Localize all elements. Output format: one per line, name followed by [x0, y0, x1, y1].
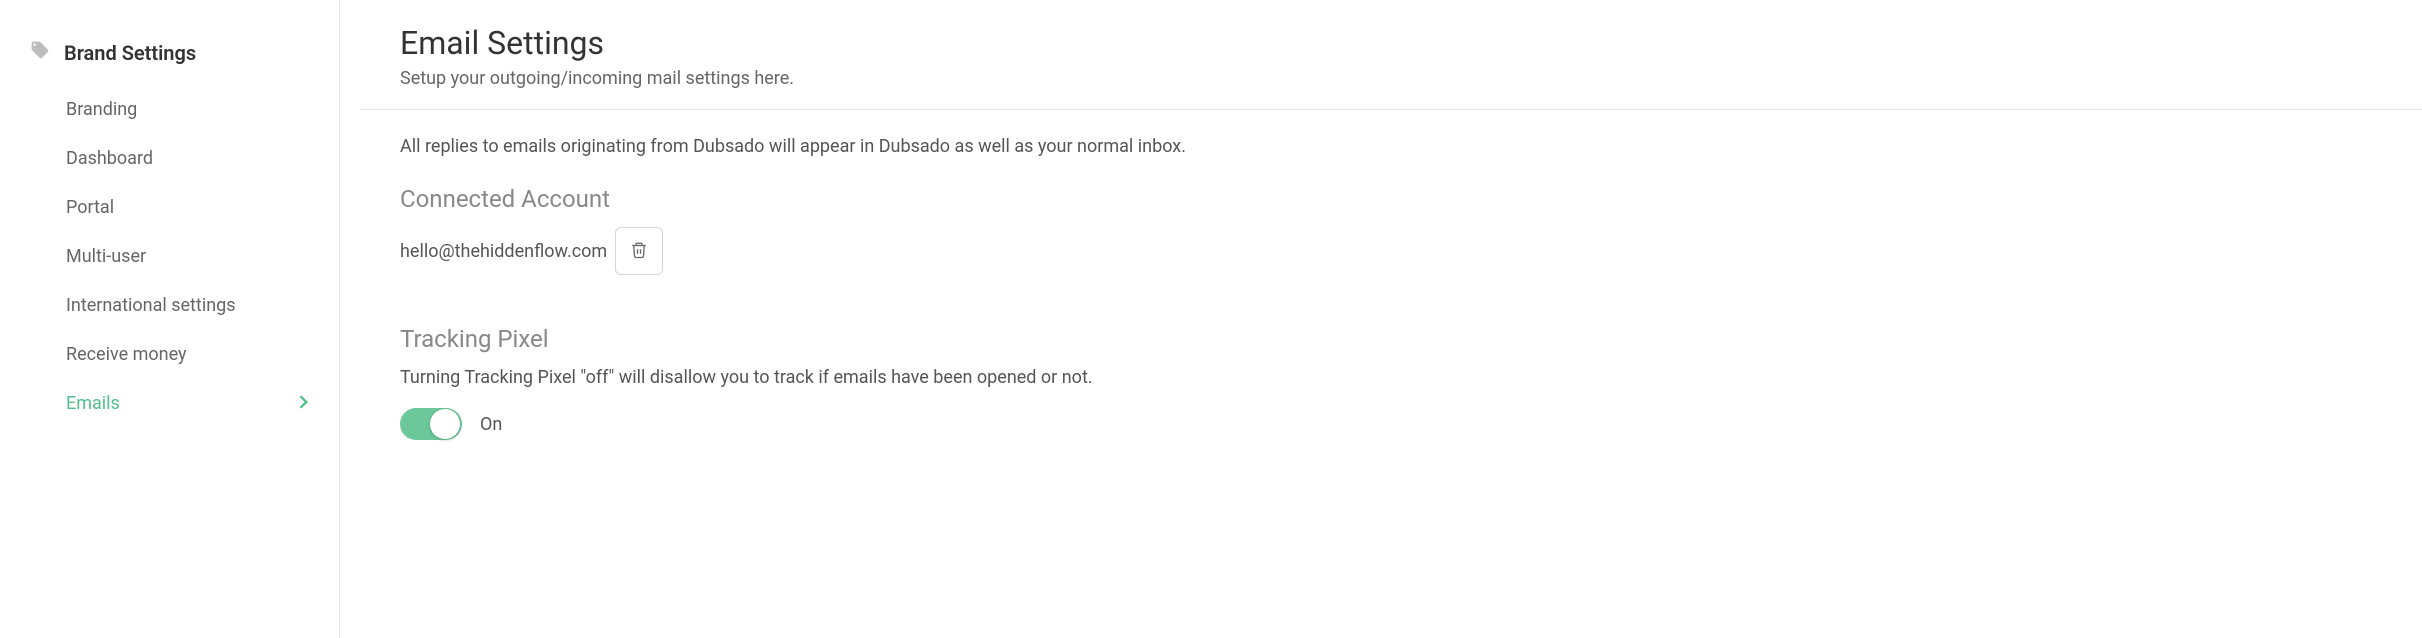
main-header: Email Settings Setup your outgoing/incom… [360, 0, 2422, 110]
tracking-pixel-state-label: On [480, 414, 502, 435]
sidebar-header[interactable]: Brand Settings [0, 30, 339, 75]
tracking-pixel-description: Turning Tracking Pixel "off" will disall… [400, 367, 2382, 388]
tracking-pixel-toggle-row: On [400, 408, 2382, 440]
sidebar-item-label: Dashboard [66, 148, 153, 169]
sidebar-item-branding[interactable]: Branding [0, 85, 339, 134]
sidebar-item-portal[interactable]: Portal [0, 183, 339, 232]
sidebar-item-dashboard[interactable]: Dashboard [0, 134, 339, 183]
tag-icon [30, 40, 50, 65]
sidebar-item-multi-user[interactable]: Multi-user [0, 232, 339, 281]
sidebar-header-label: Brand Settings [64, 41, 196, 65]
tracking-pixel-toggle[interactable] [400, 408, 462, 440]
sidebar-item-receive-money[interactable]: Receive money [0, 330, 339, 379]
sidebar-item-label: Receive money [66, 344, 187, 365]
sidebar-item-emails[interactable]: Emails [0, 379, 339, 428]
intro-text: All replies to emails originating from D… [400, 136, 2382, 157]
connected-account-heading: Connected Account [400, 185, 2382, 213]
trash-icon [630, 241, 648, 262]
chevron-right-icon [299, 393, 309, 414]
sidebar-item-label: Portal [66, 197, 114, 218]
toggle-knob [430, 409, 460, 439]
sidebar-item-label: International settings [66, 295, 236, 316]
sidebar-items: Branding Dashboard Portal Multi-user Int… [0, 85, 339, 428]
sidebar-item-label: Branding [66, 99, 137, 120]
sidebar-item-international-settings[interactable]: International settings [0, 281, 339, 330]
sidebar-item-label: Emails [66, 393, 120, 414]
main-body: All replies to emails originating from D… [360, 110, 2422, 440]
connected-account-row: hello@thehiddenflow.com [400, 227, 2382, 275]
delete-connected-account-button[interactable] [615, 227, 663, 275]
page-title: Email Settings [400, 24, 2382, 62]
tracking-pixel-heading: Tracking Pixel [400, 325, 2382, 353]
main-content: Email Settings Setup your outgoing/incom… [360, 0, 2422, 638]
connected-account-email: hello@thehiddenflow.com [400, 241, 607, 262]
page-subtitle: Setup your outgoing/incoming mail settin… [400, 68, 2382, 89]
sidebar-item-label: Multi-user [66, 246, 146, 267]
sidebar: Brand Settings Branding Dashboard Portal… [0, 0, 340, 638]
